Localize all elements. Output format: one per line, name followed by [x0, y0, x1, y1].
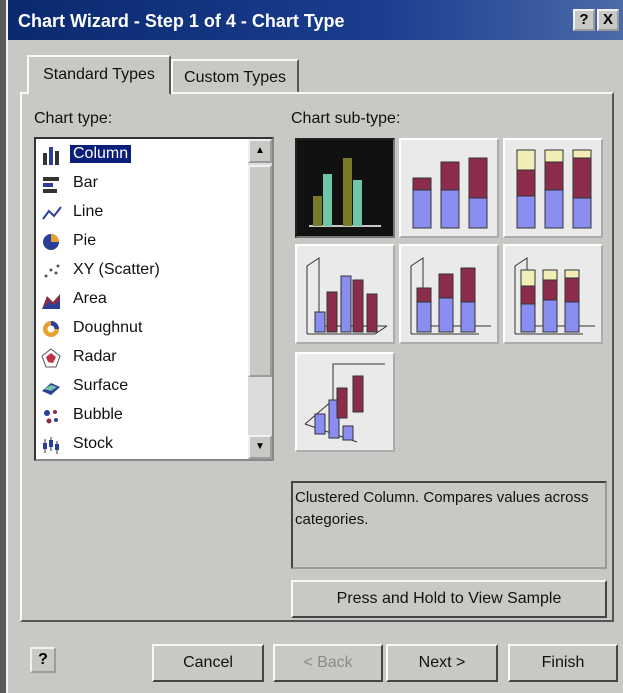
list-item[interactable]: Bubble: [38, 402, 244, 430]
list-item[interactable]: Surface: [38, 373, 244, 401]
clustered-column-icon: [309, 158, 381, 227]
press-hold-view-sample-button[interactable]: Press and Hold to View Sample: [291, 580, 607, 618]
list-scrollbar[interactable]: ▲ ▼: [248, 139, 272, 459]
list-item[interactable]: Stock: [38, 431, 244, 459]
subtype-3d-clustered-column[interactable]: [295, 244, 395, 344]
list-item-label: Bar: [73, 174, 98, 191]
doughnut-chart-icon: [40, 319, 62, 339]
subtype-stacked-column[interactable]: [399, 138, 499, 238]
bar-chart-icon: [40, 174, 62, 194]
3d-percent-stacked-column-icon: [514, 257, 595, 335]
subtype-clustered-column[interactable]: [295, 138, 395, 238]
help-title-button[interactable]: ?: [573, 9, 595, 31]
chart-subtype-label: Chart sub-type:: [291, 110, 401, 127]
scroll-thumb[interactable]: [248, 165, 272, 377]
stock-chart-icon: [40, 435, 62, 455]
cancel-button[interactable]: Cancel: [152, 644, 264, 682]
tab-custom-types[interactable]: Custom Types: [171, 59, 299, 93]
percent-stacked-column-icon: [516, 149, 592, 229]
column-chart-icon: [40, 145, 62, 165]
list-item-label: Pie: [73, 232, 97, 249]
title-bar: Chart Wizard - Step 1 of 4 - Chart Type …: [8, 0, 623, 40]
list-item[interactable]: Bar: [38, 170, 244, 198]
list-item-label: Stock: [73, 435, 114, 452]
list-item-label: Area: [73, 290, 107, 307]
pie-chart-icon: [40, 232, 62, 252]
area-chart-icon: [40, 290, 62, 310]
list-item[interactable]: Doughnut: [38, 315, 244, 343]
list-item-label: Column: [70, 145, 132, 163]
chart-type-label: Chart type:: [34, 110, 113, 127]
chart-type-list[interactable]: ▲ ▼ Column Bar Line Pie XY (Scatter) Area Doug…: [34, 137, 274, 461]
help-button[interactable]: ?: [30, 647, 56, 673]
subtype-3d-100-stacked-column[interactable]: [503, 244, 603, 344]
line-chart-icon: [40, 203, 62, 223]
list-item[interactable]: Area: [38, 286, 244, 314]
list-item[interactable]: Pie: [38, 228, 244, 256]
3d-clustered-column-icon: [306, 257, 388, 335]
dialog-title: Chart Wizard - Step 1 of 4 - Chart Type: [18, 11, 345, 31]
bubble-chart-icon: [40, 406, 62, 426]
next-button[interactable]: Next >: [386, 644, 498, 682]
back-button[interactable]: < Back: [273, 644, 383, 682]
list-item[interactable]: Column: [38, 141, 244, 169]
finish-button[interactable]: Finish: [508, 644, 618, 682]
list-item-label: XY (Scatter): [73, 261, 160, 278]
subtype-3d-stacked-column[interactable]: [399, 244, 499, 344]
surface-chart-icon: [40, 377, 62, 397]
list-item-label: Bubble: [73, 406, 123, 423]
tab-standard-types[interactable]: Standard Types: [27, 55, 171, 95]
list-item[interactable]: Radar: [38, 344, 244, 372]
subtype-100-stacked-column[interactable]: [503, 138, 603, 238]
subtype-3d-column[interactable]: [295, 352, 395, 452]
list-item[interactable]: Line: [38, 199, 244, 227]
scatter-chart-icon: [40, 261, 62, 281]
radar-chart-icon: [40, 348, 62, 368]
stacked-column-icon: [412, 157, 488, 229]
3d-column-icon: [304, 363, 385, 443]
list-item-label: Doughnut: [73, 319, 143, 336]
close-button[interactable]: X: [597, 9, 619, 31]
scroll-up-arrow-icon[interactable]: ▲: [248, 139, 272, 163]
list-item-label: Line: [73, 203, 104, 220]
scroll-down-arrow-icon[interactable]: ▼: [248, 435, 272, 459]
list-item-label: Radar: [73, 348, 117, 365]
list-item[interactable]: XY (Scatter): [38, 257, 244, 285]
list-item-label: Surface: [73, 377, 129, 394]
subtype-description: Clustered Column. Compares values across…: [291, 481, 607, 569]
3d-stacked-column-icon: [410, 257, 491, 335]
